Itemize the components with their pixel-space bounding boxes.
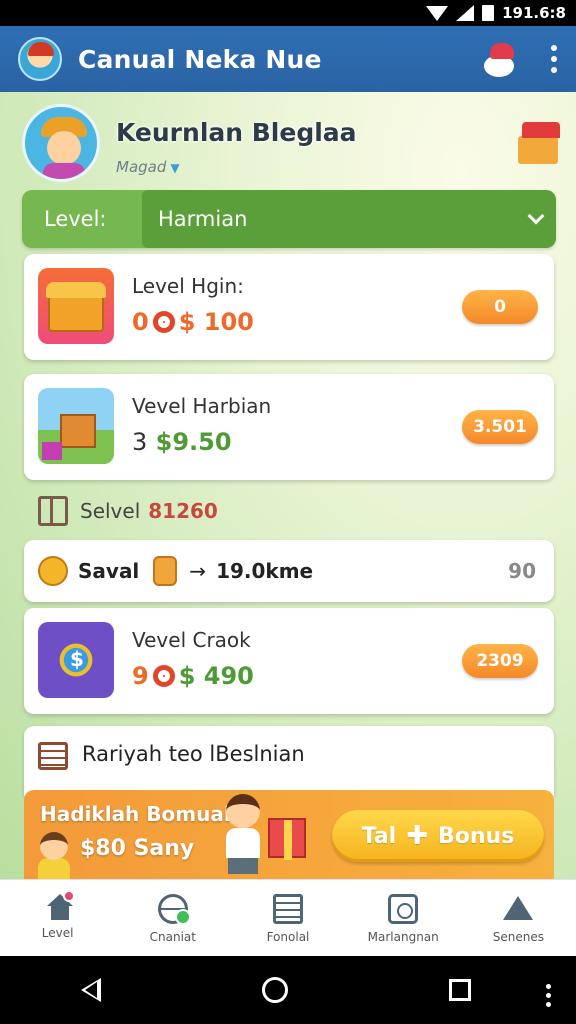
saval-text: 19.0kme <box>216 559 314 583</box>
selvel-value: 81260 <box>148 499 218 523</box>
card-value-amount: $ 100 <box>178 308 254 336</box>
treasure-chest-icon <box>38 268 114 344</box>
document-icon <box>273 894 303 924</box>
bonus-button-suffix: Bonus <box>438 823 515 849</box>
nav-label: Senenes <box>492 930 545 944</box>
tent-icon <box>503 894 534 924</box>
recent-apps-icon[interactable] <box>449 979 472 1001</box>
status-time: 191.6:8 <box>502 4 566 22</box>
bonus-banner: Hadiklah Bomual $80 Sany Tal ✚ Bonus <box>24 790 554 879</box>
nav-item-level[interactable]: Level <box>0 880 115 956</box>
banner-subtitle: $80 Sany <box>80 836 195 861</box>
card-value-amount: $9.50 <box>155 428 232 456</box>
level-select-value: Harmian <box>158 207 248 231</box>
selvel-row[interactable]: Selvel 81260 <box>24 490 554 532</box>
level-select[interactable]: Harmian <box>142 190 556 248</box>
plus-icon: ✚ <box>406 821 429 851</box>
status-bar: 191.6:8 <box>0 0 576 26</box>
app-avatar[interactable] <box>18 37 62 81</box>
saval-label: Saval <box>78 559 140 583</box>
frame-icon <box>38 496 68 526</box>
kid-illustration <box>32 830 76 879</box>
notification-badge <box>62 890 75 902</box>
card-value: 3 $9.50 <box>132 428 232 456</box>
bonus-button[interactable]: Tal ✚ Bonus <box>332 810 544 862</box>
app-title: Canual Neka Nue <box>78 44 322 74</box>
table-icon <box>38 742 68 770</box>
wifi-icon <box>426 5 449 21</box>
level-filter[interactable]: Level: Harmian <box>22 190 556 248</box>
nav-item-fonolal[interactable]: Fonolal <box>230 880 345 956</box>
profile-subtitle-text: Magad <box>116 158 167 176</box>
coin-icon <box>152 665 175 687</box>
home-icon <box>45 890 75 920</box>
nav-item-cnaniat[interactable]: Cnaniat <box>115 880 230 956</box>
card-value-prefix: 3 <box>132 428 148 456</box>
kid-illustration <box>214 794 274 879</box>
card-action-button[interactable]: 3.501 <box>462 410 538 444</box>
jar-icon <box>153 556 178 586</box>
card-action-button[interactable]: 2309 <box>462 644 538 678</box>
profile-avatar[interactable] <box>22 104 100 182</box>
profile-header: Keurnlan Bleglaa Magad ▼ <box>22 104 562 184</box>
main-content: Keurnlan Bleglaa Magad ▼ Level: Harmian L… <box>0 92 576 879</box>
card-title: Vevel Harbian <box>132 394 272 418</box>
coin-icon <box>152 311 175 333</box>
bottom-navigation: Level Cnaniat Fonolal Marlangnan Senenes <box>0 879 576 956</box>
level-card[interactable]: $ Vevel Craok 9 $ 490 2309 <box>24 608 554 714</box>
card-title: Level Hgin: <box>132 274 244 298</box>
level-card[interactable]: Vevel Harbian 3 $9.50 3.501 <box>24 374 554 480</box>
system-navigation-bar <box>0 956 576 1024</box>
nav-label: Fonolal <box>266 930 310 944</box>
selvel-label: Selvel <box>80 499 141 523</box>
nav-item-marlangnan[interactable]: Marlangnan <box>346 880 461 956</box>
globe-icon <box>157 894 191 925</box>
level-card[interactable]: Level Hgin: 0 $ 100 0 <box>24 254 554 360</box>
level-label: Level: <box>44 207 107 231</box>
bag-icon <box>388 894 419 924</box>
ranking-label: Rariyah teo lBeslnian <box>82 742 305 766</box>
nav-label: Cnaniat <box>149 930 196 944</box>
card-value-prefix: 9 <box>132 662 149 690</box>
more-options-icon[interactable] <box>550 45 558 73</box>
more-options-icon[interactable] <box>546 984 552 1007</box>
dollar-wheel-icon: $ <box>38 622 114 698</box>
gift-icon <box>268 818 306 860</box>
saval-row[interactable]: Saval → 19.0kme 90 <box>24 540 554 602</box>
card-action-button[interactable]: 0 <box>462 290 538 324</box>
chevron-down-icon <box>527 207 545 225</box>
home-circle-icon[interactable] <box>261 977 288 1003</box>
arrow-right-icon: → <box>189 559 207 583</box>
treasure-chest-icon[interactable] <box>516 122 560 164</box>
battery-icon <box>482 5 495 21</box>
card-title: Vevel Craok <box>132 628 251 652</box>
card-value: 0 $ 100 <box>132 308 254 336</box>
nav-label: Marlangnan <box>367 930 439 944</box>
back-icon[interactable] <box>80 978 101 1002</box>
chevron-down-icon: ▼ <box>170 161 180 175</box>
smiley-icon <box>38 556 68 586</box>
card-value: 9 $ 490 <box>132 662 254 690</box>
profile-name: Keurnlan Bleglaa <box>116 118 357 147</box>
app-bar: Canual Neka Nue <box>0 26 576 92</box>
ranking-row[interactable]: Rariyah teo lBeslnian <box>24 726 554 796</box>
mascot-icon[interactable] <box>480 41 522 77</box>
profile-subtitle[interactable]: Magad ▼ <box>116 158 180 176</box>
card-value-prefix: 0 <box>132 308 149 336</box>
farm-shed-icon <box>38 388 114 464</box>
saval-count: 90 <box>508 559 536 583</box>
signal-icon <box>456 5 475 21</box>
check-badge-icon <box>174 909 191 925</box>
nav-label: Level <box>41 926 74 940</box>
bonus-button-label: Tal <box>361 823 397 849</box>
banner-title: Hadiklah Bomual <box>40 802 231 826</box>
card-value-amount: $ 490 <box>178 662 254 690</box>
nav-item-senenes[interactable]: Senenes <box>461 880 576 956</box>
